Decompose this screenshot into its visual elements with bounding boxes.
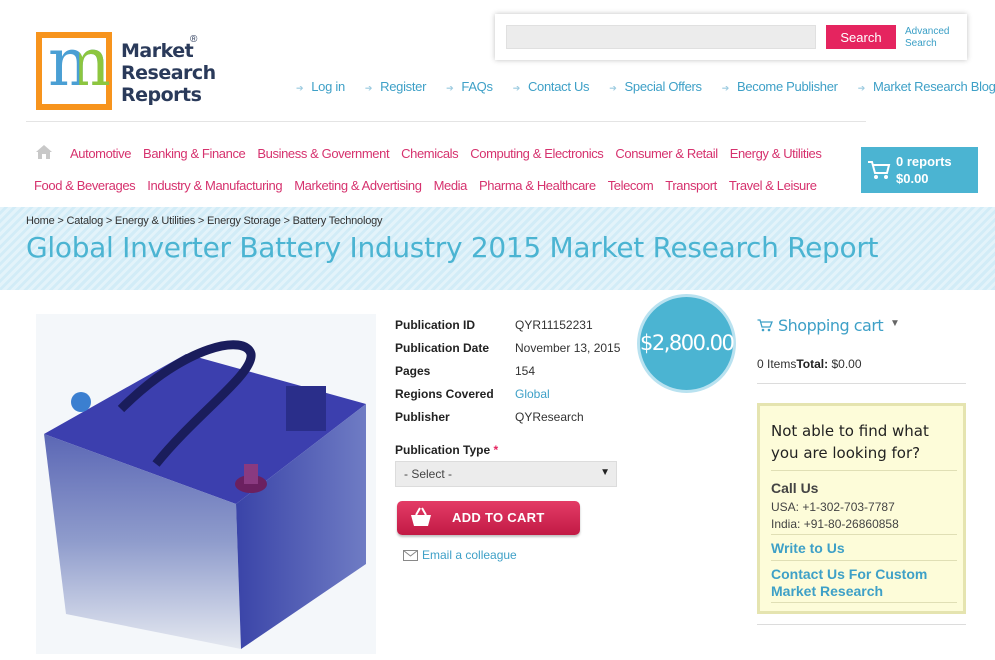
header-divider [26, 121, 866, 122]
help-title: Not able to find what you are looking fo… [771, 422, 929, 462]
search-button[interactable]: Search [826, 25, 896, 49]
logo-mark: m m [36, 30, 112, 110]
basket-icon [411, 507, 431, 526]
publisher: QYResearch [515, 410, 584, 424]
category-link[interactable]: Computing & Electronics [470, 146, 604, 161]
login-link[interactable]: ➔ Log in [296, 79, 345, 94]
category-link[interactable]: Media [434, 178, 468, 193]
publication-type-select[interactable]: - Select - ▼ [395, 461, 617, 487]
site-logo[interactable]: m m Market Research Reports ® [36, 30, 216, 112]
write-to-us-link[interactable]: Write to Us [771, 540, 845, 557]
registered-mark: ® [190, 34, 198, 45]
detail-row: Pages 154 [395, 360, 620, 383]
divider [771, 602, 957, 603]
header-cart[interactable]: 0 reports $0.00 [861, 147, 978, 193]
arrow-icon: ➔ [512, 83, 521, 93]
cart-total: $0.00 [896, 171, 929, 186]
arrow-icon: ➔ [609, 83, 617, 93]
home-icon[interactable] [35, 144, 53, 160]
category-link[interactable]: Automotive [70, 146, 131, 161]
search-input[interactable] [506, 25, 816, 49]
cart-icon [757, 319, 773, 332]
category-link[interactable]: Industry & Manufacturing [147, 178, 282, 193]
divider [771, 470, 957, 471]
category-link[interactable]: Food & Beverages [34, 178, 136, 193]
divider [757, 624, 966, 625]
divider [771, 534, 957, 535]
advanced-search-link[interactable]: Advanced Search [905, 26, 961, 50]
add-to-cart-button[interactable]: ADD TO CART [397, 501, 580, 535]
top-links: ➔ Log in ➔ Register ➔ FAQs ➔ Contact Us ➔ Spe… [296, 79, 995, 94]
help-box: Not able to find what you are looking fo… [757, 403, 966, 614]
detail-row: Publication Date November 13, 2015 [395, 337, 620, 360]
category-nav-row-1: Automotive Banking & Finance Business & Go… [70, 146, 833, 161]
divider [771, 560, 957, 561]
arrow-icon: ➔ [721, 83, 730, 93]
arrow-icon: ➔ [364, 83, 373, 93]
shopping-cart-summary: 0 ItemsTotal: $0.00 [757, 357, 862, 371]
category-link[interactable]: Business & Government [257, 146, 389, 161]
page-title: Global Inverter Battery Industry 2015 Ma… [26, 231, 879, 264]
price-badge: $2,800.00 [637, 294, 736, 393]
india-phone: India: +91-80-26860858 [771, 517, 899, 531]
custom-research-link[interactable]: Contact Us For Custom Market Research [771, 566, 957, 600]
usa-phone: USA: +1-302-703-7787 [771, 500, 895, 514]
shopping-cart-title[interactable]: Shopping cart [778, 316, 884, 335]
product-image [36, 314, 376, 654]
cart-report-count: 0 reports [896, 154, 952, 169]
search-box: Search Advanced Search [495, 14, 967, 60]
category-link[interactable]: Marketing & Advertising [294, 178, 422, 193]
product-details: Publication ID QYR11152231 Publication Da… [395, 314, 620, 429]
cart-icon [868, 161, 891, 179]
publication-type-label: Publication Type * [395, 443, 499, 457]
required-marker: * [493, 443, 499, 457]
faqs-link[interactable]: ➔ FAQs [446, 79, 493, 94]
title-banner: Home > Catalog > Energy & Utilities > En… [0, 207, 995, 290]
category-link[interactable]: Banking & Finance [143, 146, 246, 161]
category-link[interactable]: Travel & Leisure [729, 178, 817, 193]
category-link[interactable]: Transport [665, 178, 717, 193]
arrow-icon: ➔ [857, 83, 866, 93]
chevron-down-icon: ▼ [600, 467, 610, 478]
contact-us-link[interactable]: ➔ Contact Us [513, 79, 590, 94]
detail-row: Publication ID QYR11152231 [395, 314, 620, 337]
category-link[interactable]: Consumer & Retail [615, 146, 718, 161]
category-link[interactable]: Energy & Utilities [730, 146, 822, 161]
become-publisher-link[interactable]: ➔ Become Publisher [722, 79, 838, 94]
detail-row: Publisher QYResearch [395, 406, 620, 429]
page-count: 154 [515, 364, 536, 378]
category-link[interactable]: Telecom [608, 178, 654, 193]
envelope-icon [403, 550, 418, 561]
detail-row: Regions Covered Global [395, 383, 620, 406]
region-link[interactable]: Global [515, 383, 550, 406]
arrow-icon: ➔ [446, 83, 454, 93]
publication-id: QYR11152231 [515, 318, 593, 332]
divider [757, 383, 966, 384]
register-link[interactable]: ➔ Register [364, 79, 427, 94]
category-nav-row-2: Food & Beverages Industry & Manufacturing… [34, 178, 829, 193]
caret-down-icon[interactable]: ▼ [890, 318, 900, 329]
category-link[interactable]: Pharma & Healthcare [479, 178, 596, 193]
blog-link[interactable]: ➔ Market Research Blog [858, 79, 995, 94]
logo-wordmark: Market Research Reports [121, 40, 216, 106]
special-offers-link[interactable]: ➔ Special Offers [609, 79, 702, 94]
call-us-heading: Call Us [771, 480, 819, 496]
arrow-icon: ➔ [296, 83, 304, 93]
breadcrumb[interactable]: Home > Catalog > Energy & Utilities > En… [26, 215, 383, 227]
publication-date: November 13, 2015 [515, 341, 621, 355]
category-link[interactable]: Chemicals [401, 146, 458, 161]
